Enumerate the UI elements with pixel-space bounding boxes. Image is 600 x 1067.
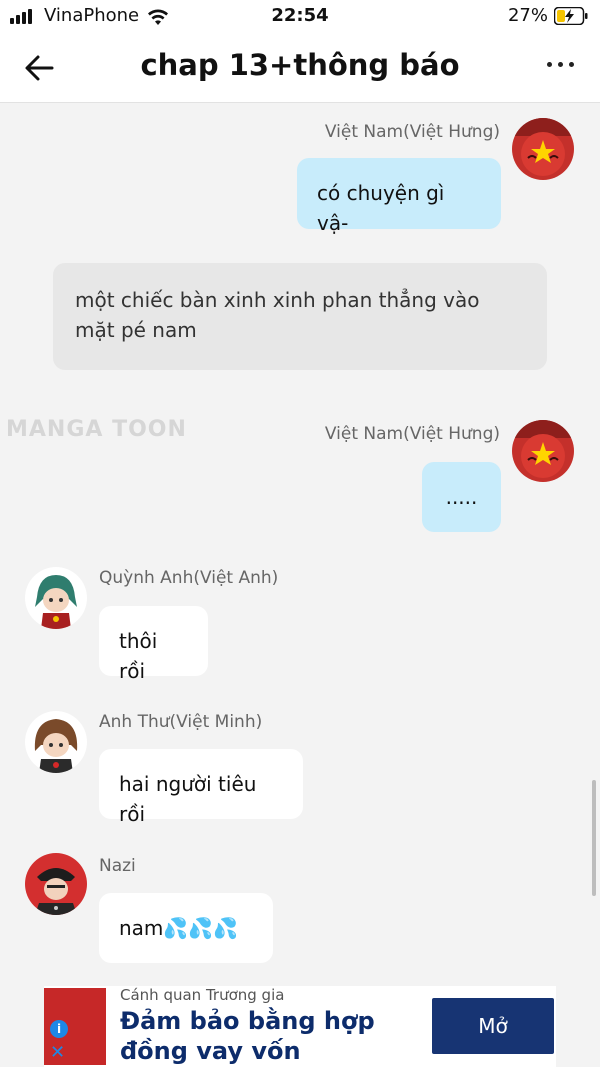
ad-image: i ✕ (44, 988, 106, 1065)
avatar[interactable] (25, 711, 87, 773)
sender-name: Quỳnh Anh(Việt Anh) (99, 568, 279, 588)
narration-bubble[interactable]: một chiếc bàn xinh xinh phan thẳng vào m… (53, 263, 547, 370)
message-bubble[interactable]: thôi rồi (99, 606, 208, 683)
ad-close-icon[interactable]: ✕ (50, 1044, 65, 1062)
sender-name: Nazi (99, 856, 136, 876)
message-bubble[interactable]: nam💦💦💦 (99, 893, 273, 963)
watermark: MANGA TOON (6, 417, 187, 442)
battery-percent: 27% (507, 5, 548, 26)
ad-banner[interactable]: i ✕ Cánh quan Trương gia Đảm bảo bằng hợ… (44, 986, 556, 1067)
battery-charging-icon (554, 7, 588, 25)
avatar[interactable] (25, 567, 87, 629)
avatar[interactable] (25, 853, 87, 915)
more-options-icon[interactable] (547, 62, 574, 67)
ad-open-button[interactable]: Mở (432, 998, 554, 1054)
sender-name: Anh Thư(Việt Minh) (99, 712, 263, 732)
message-bubble[interactable]: có chuyện gì vậ- (297, 158, 501, 235)
status-bar: VinaPhone 22:54 27% (0, 0, 600, 34)
ad-source: Cánh quan Trương gia (120, 986, 285, 1004)
ad-headline[interactable]: Đảm bảo bằng hợp đồng vay vốn (120, 1006, 400, 1066)
ad-info-icon[interactable]: i (50, 1020, 68, 1038)
top-app-bar: chap 13+thông báo (0, 34, 600, 103)
page-title: chap 13+thông báo (140, 48, 460, 82)
avatar[interactable] (512, 420, 574, 482)
sender-name: Việt Nam(Việt Hưng) (324, 122, 500, 142)
sender-name: Việt Nam(Việt Hưng) (324, 424, 500, 444)
message-bubble[interactable]: ..... (422, 462, 501, 532)
scrollbar[interactable] (592, 780, 596, 896)
avatar[interactable] (512, 118, 574, 180)
message-bubble[interactable]: hai người tiêu rồi (99, 749, 303, 826)
